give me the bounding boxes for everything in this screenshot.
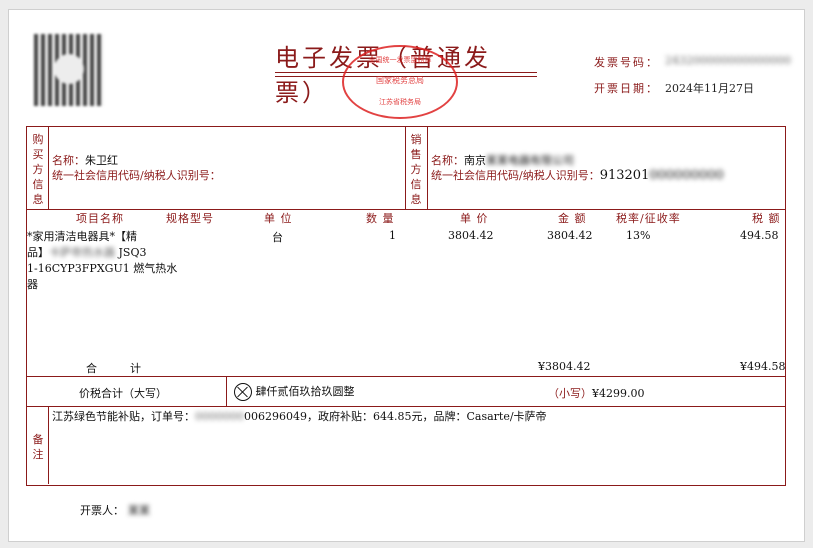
- item-name-line: 1-16CYP3FPXGU1 燃气热水: [27, 262, 178, 275]
- invoice-number: 243200000000000000: [665, 54, 791, 67]
- divider: [26, 406, 785, 407]
- col-spec: 规格型号: [166, 212, 214, 225]
- grand-total-small: （小写）¥4299.00: [548, 385, 645, 401]
- col-tax: 税 额: [752, 212, 781, 225]
- remarks-prefix: 江苏绿色节能补贴，订单号：: [52, 410, 195, 423]
- cross-circle-icon: [234, 383, 252, 401]
- grand-total-label: 价税合计（大写）: [79, 387, 167, 400]
- issuer-label: 开票人：: [80, 504, 124, 517]
- item-qty: 1: [389, 229, 396, 242]
- col-qty: 数 量: [366, 212, 395, 225]
- seller-taxid-redacted: 000000000: [649, 168, 724, 183]
- col-rate: 税率/征收率: [616, 212, 681, 225]
- remarks-text: 江苏绿色节能补贴，订单号：0000000006296049，政府补贴：644.8…: [52, 408, 547, 424]
- grand-total-small-value: ¥4299.00: [592, 387, 645, 400]
- seller-taxid: 913201: [599, 168, 650, 183]
- col-amount: 金 额: [558, 212, 587, 225]
- seller-name: 南京: [464, 154, 486, 167]
- seal-bottom-text: 江苏省税务局: [379, 98, 421, 106]
- remarks-suffix: 006296049，政府补贴：644.85元，品牌：Casarte/卡萨帝: [244, 410, 547, 423]
- item-amount: 3804.42: [547, 229, 593, 242]
- buyer-section-label: 购买方信息: [32, 133, 44, 206]
- official-seal: 全国统一发票监制章 国家税务总局 江苏省税务局: [342, 45, 458, 119]
- invoice-number-value: 243200000000000000: [665, 54, 791, 67]
- buyer-name-row: 名称：朱卫红: [52, 152, 118, 168]
- remarks-label: 备注: [32, 433, 44, 461]
- invoice-date: 2024年11月27日: [665, 82, 754, 95]
- buyer-taxid-row: 统一社会信用代码/纳税人识别号：: [52, 167, 221, 183]
- item-name-part: 品】: [27, 246, 49, 259]
- seller-name-redacted: 某某电器有限公司: [486, 154, 574, 167]
- total-amount: ¥3804.42: [538, 360, 591, 373]
- seal-top-text: 全国统一发票监制章: [368, 56, 432, 64]
- item-name-line: 品】卡萨帝热水器 JSQ3: [27, 245, 177, 261]
- item-name-redacted: 卡萨帝热水器: [49, 246, 115, 259]
- item-name: *家用清洁电器具*【精 品】卡萨帝热水器 JSQ3 1-16CYP3FPXGU1…: [27, 229, 177, 293]
- buyer-name: 朱卫红: [85, 154, 118, 167]
- item-rate: 13%: [626, 229, 651, 242]
- item-tax: 494.58: [740, 229, 779, 242]
- divider: [427, 126, 428, 209]
- item-name-line: 器: [27, 278, 38, 291]
- seller-taxid-label: 统一社会信用代码/纳税人识别号：: [431, 169, 600, 182]
- item-unit: 台: [272, 231, 283, 244]
- divider: [26, 376, 785, 377]
- invoice-date-label: 开票日期：: [594, 82, 659, 95]
- col-item-name: 项目名称: [76, 212, 124, 225]
- buyer-name-label: 名称：: [52, 154, 85, 167]
- item-name-part: JSQ3: [115, 246, 147, 259]
- col-price: 单 价: [460, 212, 489, 225]
- grand-total-words-text: 肆仟贰佰玖拾玖圆整: [255, 385, 355, 398]
- seal-middle-text: 国家税务总局: [376, 76, 424, 85]
- remarks-order-redacted: 0000000: [195, 410, 244, 423]
- seller-section-label: 销售方信息: [410, 133, 422, 206]
- item-name-line: *家用清洁电器具*【精: [27, 230, 137, 243]
- grand-total-small-label: （小写）: [548, 387, 592, 400]
- divider: [48, 126, 49, 209]
- issuer-value: 某某: [128, 504, 150, 517]
- divider: [48, 406, 49, 484]
- seller-taxid-row: 统一社会信用代码/纳税人识别号：913201000000000: [431, 167, 724, 183]
- seller-name-row: 名称：南京某某电器有限公司: [431, 152, 574, 168]
- invoice-number-label: 发票号码：: [594, 56, 659, 69]
- col-unit: 单 位: [264, 212, 293, 225]
- qr-code: [34, 34, 104, 106]
- seller-name-label: 名称：: [431, 154, 464, 167]
- grand-total-words: 肆仟贰佰玖拾玖圆整: [234, 383, 355, 401]
- divider: [226, 376, 227, 406]
- item-price: 3804.42: [448, 229, 494, 242]
- total-tax: ¥494.58: [740, 360, 786, 373]
- total-label: 合 计: [86, 362, 141, 375]
- divider: [405, 126, 406, 209]
- buyer-taxid-label: 统一社会信用代码/纳税人识别号：: [52, 169, 221, 182]
